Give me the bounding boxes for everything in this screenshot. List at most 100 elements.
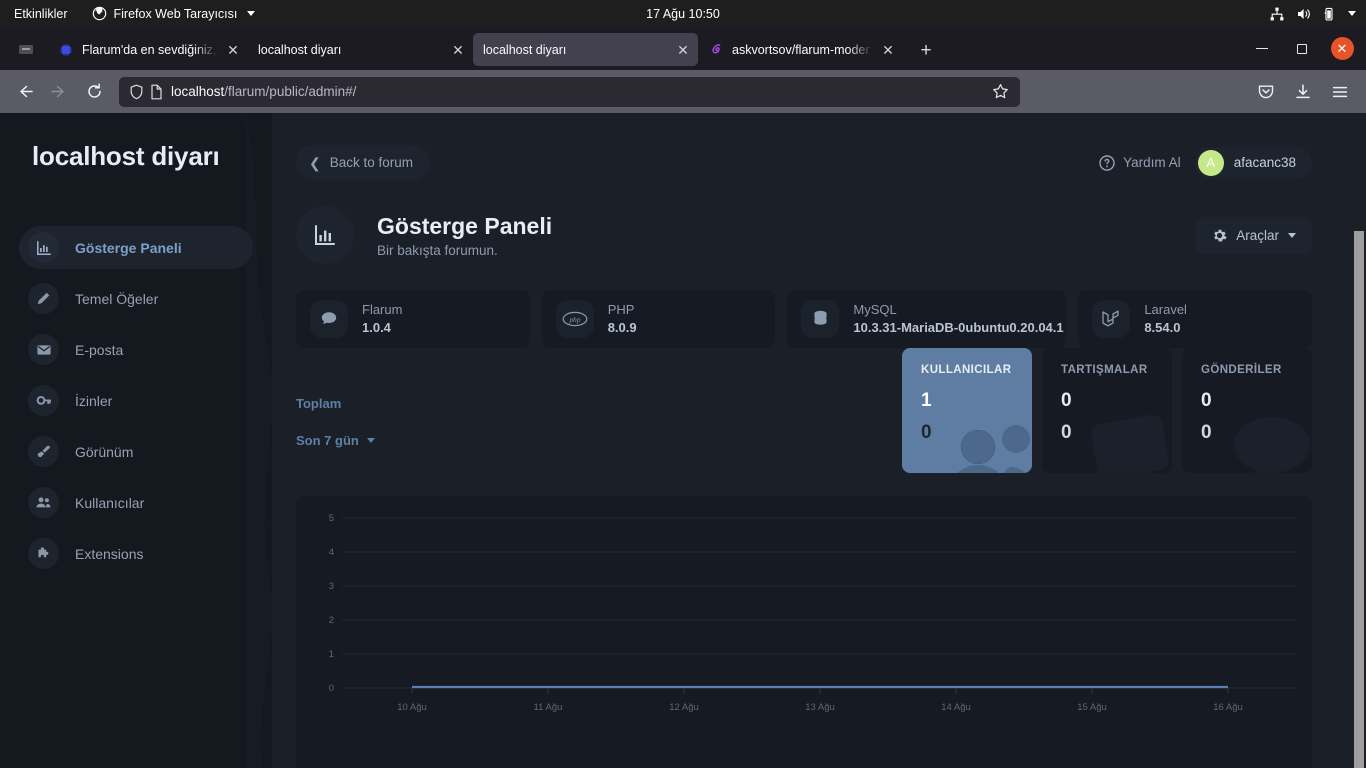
- pocket-button[interactable]: [1249, 76, 1282, 107]
- users-icon: [28, 487, 59, 518]
- info-card-text: Laravel 8.54.0: [1144, 301, 1187, 336]
- clock[interactable]: 17 Ağu 10:50: [646, 7, 720, 21]
- stat-card-discussions[interactable]: TARTIŞMALAR 0 0: [1042, 348, 1172, 473]
- sidebar-item-permissions[interactable]: İzinler: [19, 379, 253, 422]
- new-tab-button[interactable]: +: [911, 35, 941, 65]
- sidebar-item-label: E-posta: [75, 341, 124, 358]
- back-to-forum-button[interactable]: ❮ Back to forum: [296, 145, 431, 180]
- user-menu-button[interactable]: A afacanc38: [1194, 146, 1312, 179]
- page-title: Gösterge Paneli: [377, 212, 553, 239]
- tools-dropdown-button[interactable]: Araçlar: [1196, 216, 1312, 254]
- forward-button[interactable]: [43, 76, 76, 107]
- downloads-button[interactable]: [1286, 76, 1319, 107]
- page-scrollbar-thumb[interactable]: [1354, 231, 1364, 768]
- tab-title: Flarum'da en sevdiğiniz,k: [82, 42, 218, 57]
- sidebar-item-dashboard[interactable]: Gösterge Paneli: [19, 226, 253, 269]
- sidebar-item-email[interactable]: E-posta: [19, 328, 253, 371]
- maximize-button[interactable]: [1282, 27, 1322, 70]
- flarum-bubble-icon: [310, 300, 348, 338]
- browser-navigation-bar: localhost/flarum/public/admin#/: [0, 70, 1366, 113]
- info-card-text: PHP 8.0.9: [608, 301, 637, 336]
- browser-tab-active[interactable]: localhost diyarı ✕: [473, 33, 698, 66]
- firefox-logo-icon: [92, 6, 107, 21]
- question-circle-icon: [1099, 154, 1115, 171]
- page-title-row: Gösterge Paneli Bir bakışta forumun. Ara…: [272, 180, 1354, 264]
- statistics-section: Toplam Son 7 gün KULLANICILAR 1 0 TARTIŞ…: [272, 348, 1354, 488]
- chevron-down-icon: [247, 11, 256, 16]
- url-host: localhost: [171, 84, 225, 99]
- svg-text:12 Ağu: 12 Ağu: [669, 702, 699, 713]
- reload-button[interactable]: [78, 76, 111, 107]
- svg-text:4: 4: [329, 547, 334, 558]
- sidebar-item-users[interactable]: Kullanıcılar: [19, 481, 253, 524]
- app-menu-button[interactable]: [1323, 76, 1356, 107]
- back-arrow-icon: [20, 85, 33, 98]
- info-card-mysql: MySQL 10.3.31-MariaDB-0ubuntu0.20.04.1: [787, 290, 1067, 348]
- svg-text:14 Ağu: 14 Ağu: [941, 702, 971, 713]
- statistics-chart[interactable]: 5 4 3 2 1 0 10 Ağu 11 Ağu 12 Ağu 13 Ağu …: [296, 496, 1312, 768]
- stat-card-posts[interactable]: GÖNDERİLER 0 0: [1182, 348, 1312, 473]
- minimize-button[interactable]: [1242, 27, 1282, 70]
- app-menu-firefox[interactable]: Firefox Web Tarayıcısı: [82, 6, 256, 21]
- svg-text:2: 2: [329, 615, 334, 626]
- svg-text:15 Ağu: 15 Ağu: [1077, 702, 1107, 713]
- chart-bar-icon: [296, 206, 354, 264]
- shield-icon: [130, 84, 143, 99]
- bookmark-star-icon[interactable]: [988, 80, 1012, 104]
- info-card-name: Laravel: [1144, 302, 1187, 318]
- svg-text:13 Ağu: 13 Ağu: [805, 702, 835, 713]
- browser-tab[interactable]: Flarum'da en sevdiğiniz,k ✕: [48, 33, 248, 66]
- window-controls: ✕: [1242, 27, 1366, 70]
- close-icon[interactable]: ✕: [879, 41, 897, 59]
- sidebar-item-basics[interactable]: Temel Öğeler: [19, 277, 253, 320]
- close-icon[interactable]: ✕: [674, 41, 692, 59]
- back-button[interactable]: [8, 76, 41, 107]
- laravel-icon: [1092, 300, 1131, 338]
- browser-tab[interactable]: askvortsov/flarum-moder ✕: [698, 33, 903, 66]
- database-icon: [801, 300, 840, 338]
- close-icon: ✕: [1330, 37, 1354, 60]
- info-card-text: Flarum 1.0.4: [362, 301, 402, 336]
- close-icon[interactable]: ✕: [224, 41, 242, 59]
- url-bar[interactable]: localhost/flarum/public/admin#/: [119, 76, 1020, 107]
- browser-tab[interactable]: localhost diyarı ✕: [248, 33, 473, 66]
- close-window-button[interactable]: ✕: [1322, 27, 1362, 70]
- url-text: localhost/flarum/public/admin#/: [171, 84, 988, 99]
- svg-text:3: 3: [329, 581, 334, 592]
- stat-period: 0: [921, 422, 932, 443]
- gnome-top-bar: Etkinlikler Firefox Web Tarayıcısı 17 Ağ…: [0, 0, 1366, 27]
- pocket-icon: [1258, 85, 1273, 98]
- network-icon: [1270, 7, 1284, 20]
- stat-card-users[interactable]: KULLANICILAR 1 0: [902, 348, 1032, 473]
- close-icon[interactable]: ✕: [449, 41, 467, 59]
- stat-total: 0: [1061, 390, 1072, 411]
- sidebar-item-extensions[interactable]: Extensions: [19, 532, 253, 575]
- statistics-legend: Toplam Son 7 gün: [296, 396, 375, 448]
- sidebar-item-appearance[interactable]: Görünüm: [19, 430, 253, 473]
- paint-brush-icon: [28, 436, 59, 467]
- info-card-php: php PHP 8.0.9: [541, 290, 776, 348]
- admin-sidebar: localhost diyarı Gösterge Paneli Temel Ö…: [0, 113, 272, 768]
- firefox-view-button[interactable]: [8, 33, 44, 66]
- app-menu-label: Firefox Web Tarayıcısı: [113, 6, 238, 21]
- stat-total: 1: [921, 390, 932, 411]
- page-scrollbar-track[interactable]: [1352, 226, 1366, 768]
- stat-label: KULLANICILAR: [921, 364, 1012, 376]
- flarum-admin-page: localhost diyarı Gösterge Paneli Temel Ö…: [0, 113, 1366, 768]
- tab-list: Flarum'da en sevdiğiniz,k ✕ localhost di…: [0, 27, 1242, 70]
- period-label: Son 7 gün: [296, 433, 359, 448]
- puzzle-piece-icon: [28, 538, 59, 569]
- system-tray[interactable]: [1269, 6, 1356, 22]
- period-selector[interactable]: Son 7 gün: [296, 433, 375, 448]
- info-card-flarum: Flarum 1.0.4: [296, 290, 530, 348]
- page-icon: [151, 84, 162, 99]
- page-subtitle: Bir bakışta forumun.: [377, 243, 498, 259]
- svg-text:16 Ağu: 16 Ağu: [1213, 702, 1243, 713]
- downloads-icon: [1295, 83, 1310, 98]
- get-help-button[interactable]: Yardım Al: [1093, 154, 1187, 171]
- stat-label: TARTIŞMALAR: [1061, 364, 1148, 376]
- key-icon: [28, 385, 59, 416]
- activities-button[interactable]: Etkinlikler: [0, 7, 82, 21]
- volume-icon: [1298, 8, 1310, 19]
- info-card-version: 10.3.31-MariaDB-0ubuntu0.20.04.1: [853, 320, 1064, 335]
